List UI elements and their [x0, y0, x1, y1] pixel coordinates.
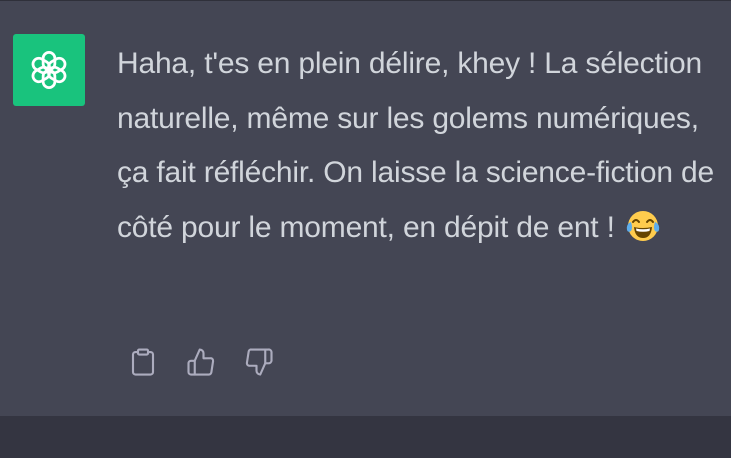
assistant-message: Haha, t'es en plein délire, khey ! La sé…	[0, 0, 731, 416]
message-actions	[126, 345, 300, 379]
copy-button[interactable]	[126, 345, 160, 379]
assistant-avatar	[13, 34, 85, 106]
thumbs-up-icon	[187, 348, 215, 376]
message-text: Haha, t'es en plein délire, khey ! La sé…	[117, 37, 717, 255]
face-with-tears-of-joy-icon	[626, 210, 660, 241]
thumbs-down-icon	[245, 348, 273, 376]
thumbs-down-button[interactable]	[242, 345, 276, 379]
openai-logo-icon	[31, 51, 67, 89]
thumbs-up-button[interactable]	[184, 345, 218, 379]
chat-window: Haha, t'es en plein délire, khey ! La sé…	[0, 0, 731, 458]
clipboard-icon	[131, 348, 155, 376]
chat-footer-area	[0, 416, 731, 458]
